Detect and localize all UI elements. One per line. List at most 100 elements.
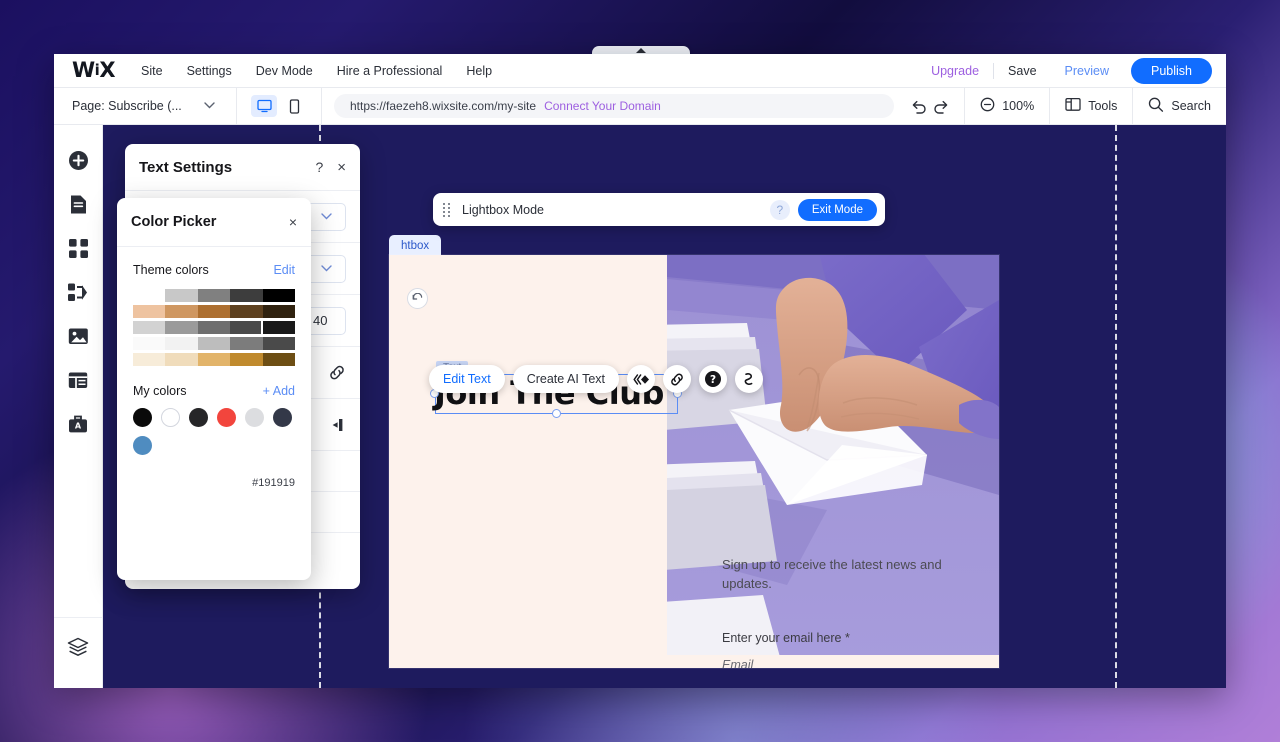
save-button[interactable]: Save [994,64,1051,78]
color-swatch[interactable] [197,305,231,318]
add-color-button[interactable]: + Add [263,384,295,398]
my-color-swatch[interactable] [217,408,236,427]
color-swatch[interactable] [230,337,263,350]
lightbox-canvas[interactable]: Sign up to receive the latest news and u… [389,255,999,668]
color-swatch[interactable] [230,321,263,334]
chevron-down-icon[interactable] [306,202,346,231]
image-icon [68,328,88,344]
color-swatch[interactable] [133,321,166,334]
sidebar-item-add-elements[interactable] [61,143,95,177]
help-icon[interactable]: ? [769,199,790,220]
create-ai-text-button[interactable]: Create AI Text [512,365,620,393]
color-swatch[interactable] [165,305,198,318]
sidebar-item-sections[interactable] [61,363,95,397]
zoom-out-icon[interactable] [980,97,995,115]
my-color-swatch[interactable] [273,408,292,427]
animation-icon[interactable] [627,365,656,393]
my-color-swatch[interactable] [189,408,208,427]
color-picker-panel[interactable]: Color Picker × Theme colors Edit My colo… [117,198,311,580]
sidebar-item-pages[interactable] [61,187,95,221]
color-swatch[interactable] [197,289,231,302]
color-swatch[interactable] [197,337,231,350]
color-swatch[interactable] [230,353,263,366]
page-selector[interactable]: Page: Subscribe (... [54,99,236,113]
preview-button[interactable]: Preview [1051,64,1123,78]
exit-mode-button[interactable]: Exit Mode [797,198,877,221]
sidebar-item-content-manager[interactable] [61,275,95,309]
color-swatch[interactable] [133,337,166,350]
font-size-input[interactable]: 40 [306,306,346,335]
editor-sub-bar: Page: Subscribe (... https://faezeh8.wix… [54,87,1226,125]
menu-item-dev-mode[interactable]: Dev Mode [244,58,325,84]
layers-icon [67,637,89,656]
my-color-swatch[interactable] [133,408,152,427]
color-picker-header: Color Picker × [117,198,311,247]
email-input[interactable]: Email [722,658,953,668]
zoom-control[interactable]: 100% [965,88,1049,125]
my-color-swatch[interactable] [161,408,180,427]
menu-item-site[interactable]: Site [129,58,175,84]
sidebar-item-apps[interactable] [61,231,95,265]
sidebar-item-business-tools[interactable]: A [61,407,95,441]
divider [321,87,322,125]
site-url-bar[interactable]: https://faezeh8.wixsite.com/my-site Conn… [334,94,894,118]
collapse-caret-icon [636,48,646,53]
color-swatch[interactable] [133,305,166,318]
wix-logo[interactable]: WiX [54,60,129,81]
link-icon[interactable] [328,364,346,381]
help-icon[interactable]: ? [315,159,323,175]
main-menu: Site Settings Dev Mode Hire a Profession… [129,58,504,84]
color-swatch[interactable] [133,353,166,366]
color-swatch[interactable] [262,289,296,302]
search-button[interactable]: Search [1133,88,1226,125]
upgrade-link[interactable]: Upgrade [917,64,993,78]
lightbox-subcopy[interactable]: Sign up to receive the latest news and u… [722,555,972,593]
color-swatch[interactable] [197,321,231,334]
rotate-handle[interactable] [407,288,428,309]
color-swatch[interactable] [133,289,166,302]
menu-item-help[interactable]: Help [454,58,504,84]
color-swatch[interactable] [260,319,298,336]
menu-item-hire-a-professional[interactable]: Hire a Professional [325,58,455,84]
my-color-swatch[interactable] [133,436,152,455]
menu-item-settings[interactable]: Settings [175,58,244,84]
connect-domain-link[interactable]: Connect Your Domain [544,99,661,113]
sidebar-item-media[interactable] [61,319,95,353]
mobile-view-button[interactable] [281,95,307,117]
rotate-icon [412,292,422,300]
color-swatch[interactable] [262,353,296,366]
help-icon[interactable]: ? [699,365,728,393]
color-swatch[interactable] [165,337,198,350]
tools-button[interactable]: Tools [1050,88,1132,125]
redo-icon[interactable] [933,99,950,114]
color-swatch[interactable] [230,305,263,318]
desktop-view-button[interactable] [251,95,277,117]
resize-handle-bottom[interactable] [552,409,561,418]
color-swatch[interactable] [197,353,231,366]
color-swatch[interactable] [165,321,198,334]
my-color-swatch[interactable] [245,408,264,427]
color-swatch[interactable] [165,353,198,366]
lightbox-mode-bar[interactable]: Lightbox Mode ? Exit Mode [433,193,885,226]
lightbox-photo[interactable] [667,255,999,668]
drag-handle-icon[interactable] [443,202,450,217]
color-swatch[interactable] [262,305,296,318]
close-icon[interactable]: × [289,215,297,229]
publish-button[interactable]: Publish [1131,57,1212,84]
text-settings-title: Text Settings [139,158,233,176]
close-icon[interactable]: × [337,160,346,175]
sidebar-item-layers[interactable] [61,630,95,664]
text-settings-header-actions: ? × [315,159,346,175]
edit-text-button[interactable]: Edit Text [429,365,505,393]
chevron-down-icon[interactable] [306,254,346,283]
chevron-down-icon [204,101,215,112]
left-rail-bottom [54,617,102,688]
undo-icon[interactable] [910,99,927,114]
color-swatch[interactable] [165,289,198,302]
text-direction-icon[interactable] [329,417,346,433]
transition-icon[interactable] [735,365,764,393]
color-swatch[interactable] [230,289,263,302]
color-swatch[interactable] [262,337,296,350]
edit-theme-colors-link[interactable]: Edit [273,263,295,277]
link-icon[interactable] [663,365,692,393]
